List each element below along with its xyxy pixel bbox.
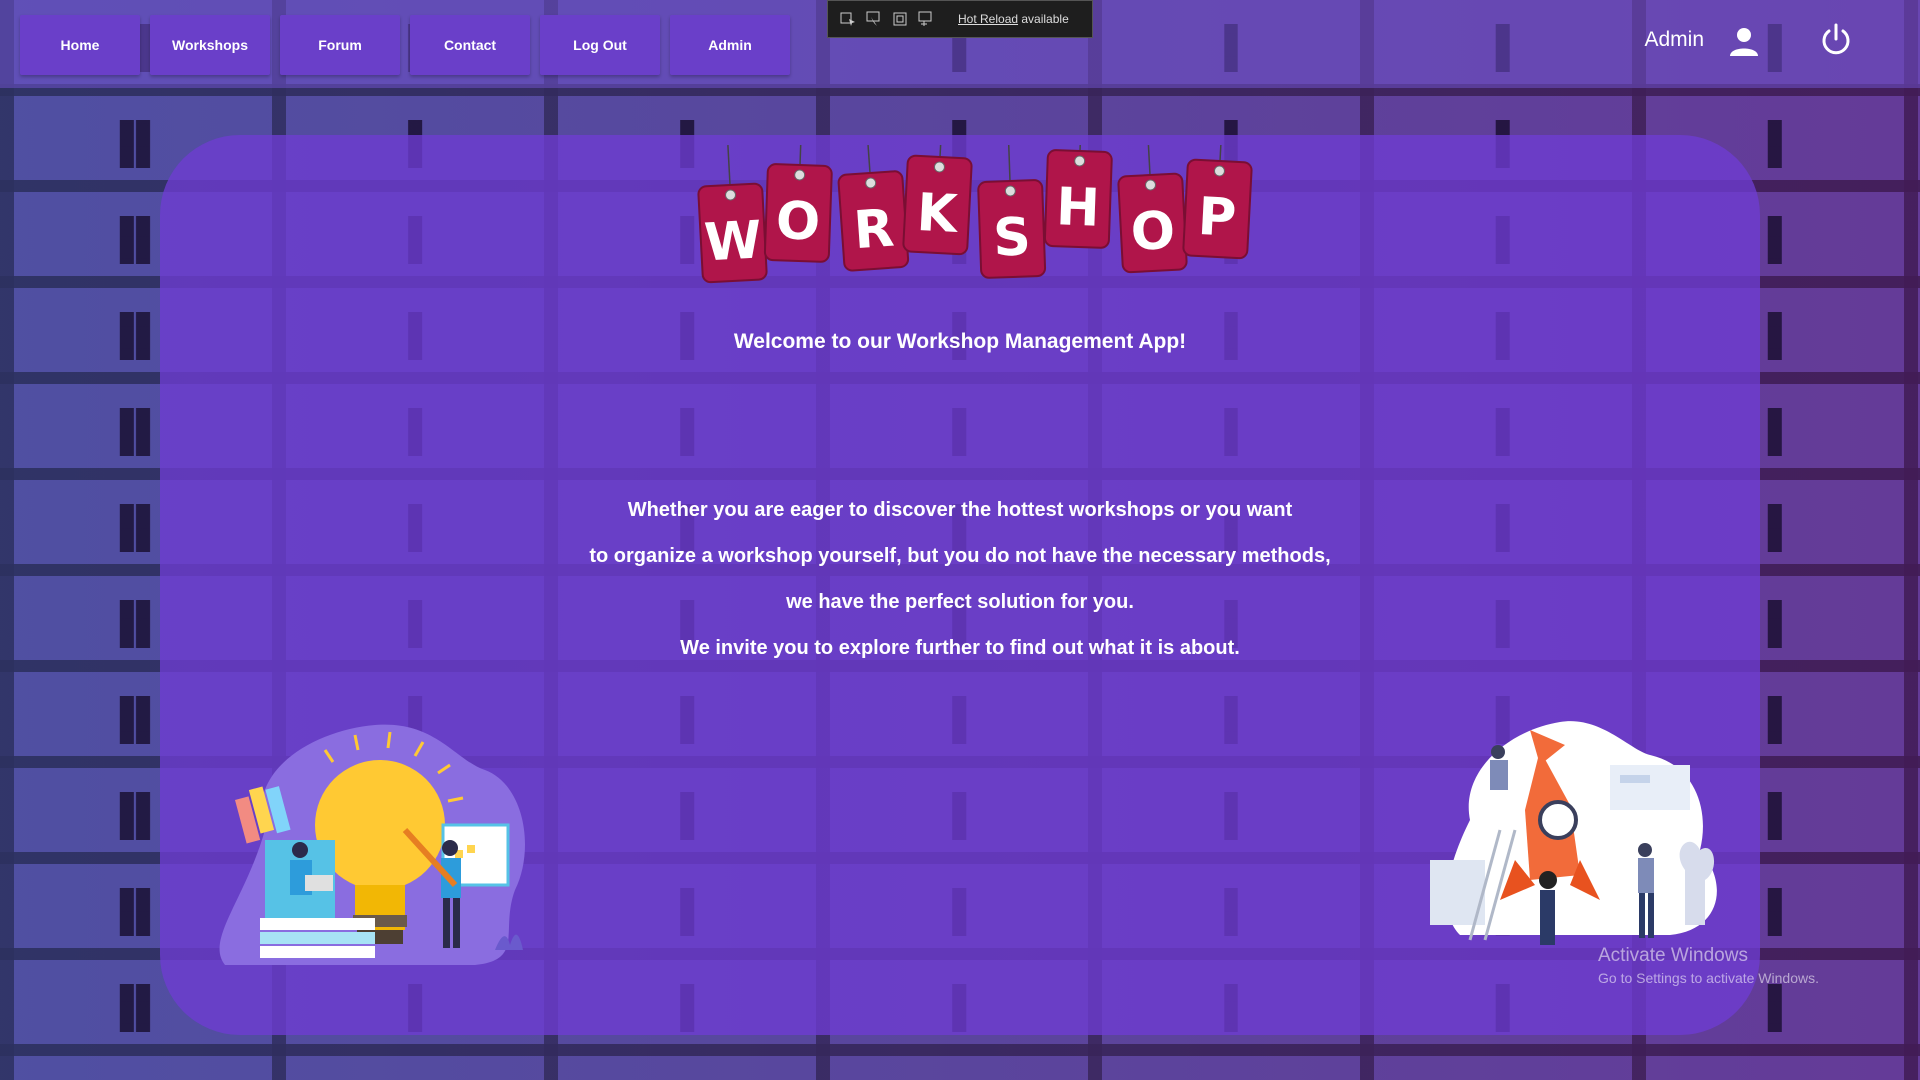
logo-letter: K — [915, 183, 960, 245]
workshop-logo: WORKSHOP — [697, 145, 1253, 284]
logo-tag: O — [1117, 145, 1188, 274]
logo-letter: W — [703, 210, 763, 273]
logo-letter: O — [775, 191, 821, 253]
nav-home-button[interactable]: Home — [20, 15, 140, 75]
logo-tag: O — [763, 145, 833, 263]
intro-line: Whether you are eager to discover the ho… — [627, 499, 1293, 521]
logo-letter: O — [1129, 201, 1176, 263]
main-content-panel: WORKSHOP Welcome to our Workshop Managem… — [160, 135, 1760, 1035]
nav-forum-button[interactable]: Forum — [280, 15, 400, 75]
user-icon[interactable] — [1728, 26, 1760, 58]
nav-logout-button[interactable]: Log Out — [540, 15, 660, 75]
track-focus-icon[interactable] — [918, 11, 934, 27]
logo-tag: H — [1043, 145, 1113, 249]
logo-tag: P — [1182, 145, 1253, 260]
intro-line: we have the perfect solution for you. — [786, 591, 1134, 613]
rocket-team-illustration — [1430, 721, 1717, 945]
pointer-icon[interactable] — [866, 11, 882, 27]
windows-activation-watermark: Activate Windows Go to Settings to activ… — [1598, 945, 1819, 986]
welcome-heading: Welcome to our Workshop Management App! — [733, 330, 1187, 353]
layout-adorners-icon[interactable] — [892, 11, 908, 27]
user-name: Admin — [1644, 28, 1704, 51]
hot-reload-toolbar: Hot Reload available — [827, 0, 1093, 38]
select-element-icon[interactable] — [840, 11, 856, 27]
main-nav: Home Workshops Forum Contact Log Out Adm… — [20, 15, 790, 75]
intro-line: We invite you to explore further to find… — [680, 637, 1240, 659]
logo-letter: H — [1055, 177, 1101, 238]
logo-tag: S — [977, 145, 1047, 279]
nav-workshops-button[interactable]: Workshops — [150, 15, 270, 75]
hot-reload-link[interactable]: Hot Reload — [958, 12, 1018, 26]
lightbulb-team-illustration — [219, 724, 526, 965]
hot-reload-status: Hot Reload available — [958, 12, 1069, 26]
logo-tag: R — [837, 145, 910, 272]
watermark-title: Activate Windows — [1598, 945, 1748, 966]
logo-tag: K — [902, 145, 973, 256]
intro-paragraph: Whether you are eager to discover the ho… — [160, 487, 1760, 671]
nav-contact-button[interactable]: Contact — [410, 15, 530, 75]
logo-letter: R — [852, 199, 896, 262]
user-area: Admin — [1520, 0, 1920, 88]
power-icon[interactable] — [1818, 22, 1854, 58]
watermark-subtitle: Go to Settings to activate Windows. — [1598, 969, 1819, 986]
hot-reload-suffix: available — [1018, 12, 1069, 26]
nav-admin-button[interactable]: Admin — [670, 15, 790, 75]
logo-letter: S — [992, 207, 1032, 268]
logo-letter: P — [1196, 187, 1237, 249]
logo-tag: W — [697, 145, 768, 284]
intro-line: to organize a workshop yourself, but you… — [589, 545, 1331, 567]
